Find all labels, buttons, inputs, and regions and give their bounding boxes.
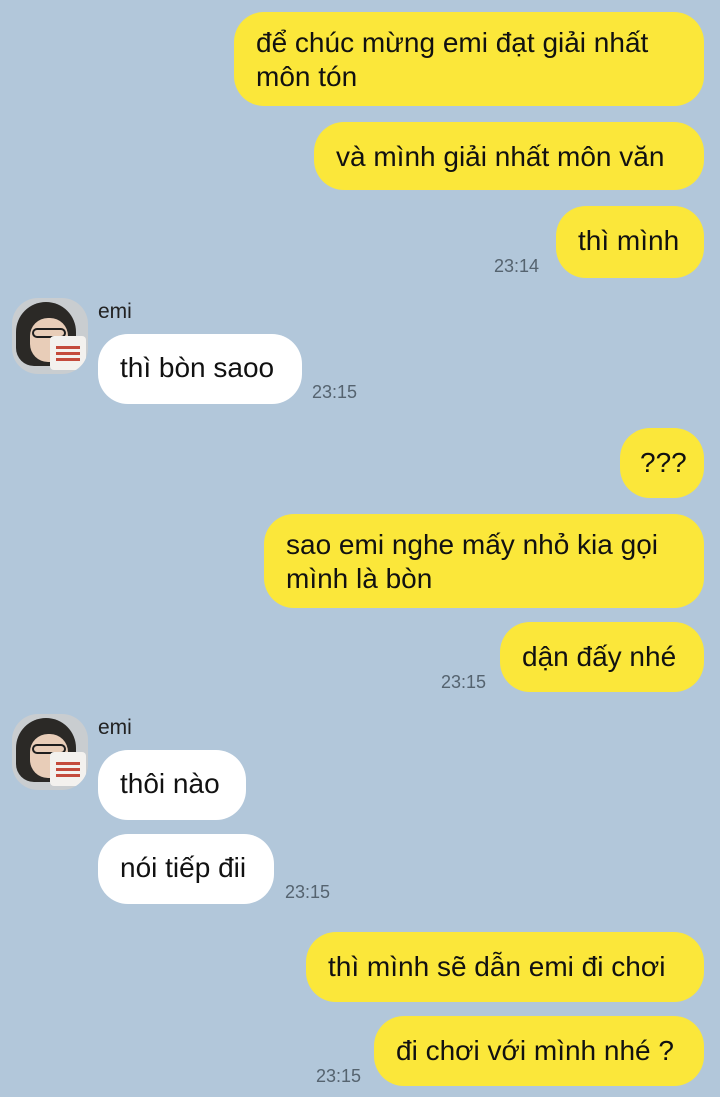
message-timestamp: 23:15	[441, 672, 487, 692]
message-timestamp: 23:15	[285, 882, 331, 902]
message-bubble-outgoing[interactable]: ???	[620, 428, 704, 498]
message-timestamp: 23:14	[494, 256, 540, 276]
avatar-emi[interactable]	[12, 714, 88, 790]
message-timestamp: 23:15	[316, 1066, 362, 1086]
chat-message-list[interactable]: để chúc mừng emi đạt giải nhất môn tón v…	[0, 0, 720, 1097]
message-bubble-outgoing[interactable]: sao emi nghe mấy nhỏ kia gọi mình là bòn	[264, 514, 704, 608]
message-bubble-outgoing[interactable]: thì mình	[556, 206, 704, 278]
message-bubble-outgoing[interactable]: và mình giải nhất môn văn	[314, 122, 704, 190]
sender-name: emi	[98, 300, 132, 323]
message-bubble-outgoing[interactable]: để chúc mừng emi đạt giải nhất môn tón	[234, 12, 704, 106]
message-bubble-incoming[interactable]: thôi nào	[98, 750, 246, 820]
avatar-emi[interactable]	[12, 298, 88, 374]
message-bubble-outgoing[interactable]: thì mình sẽ dẫn emi đi chơi	[306, 932, 704, 1002]
avatar-mug	[50, 752, 86, 786]
message-bubble-outgoing[interactable]: đi chơi với mình nhé ?	[374, 1016, 704, 1086]
sender-name: emi	[98, 716, 132, 739]
message-timestamp: 23:15	[312, 382, 358, 402]
message-bubble-incoming[interactable]: thì bòn saoo	[98, 334, 302, 404]
message-bubble-outgoing[interactable]: dận đấy nhé	[500, 622, 704, 692]
avatar-mug	[50, 336, 86, 370]
message-bubble-incoming[interactable]: nói tiếp đii	[98, 834, 274, 904]
